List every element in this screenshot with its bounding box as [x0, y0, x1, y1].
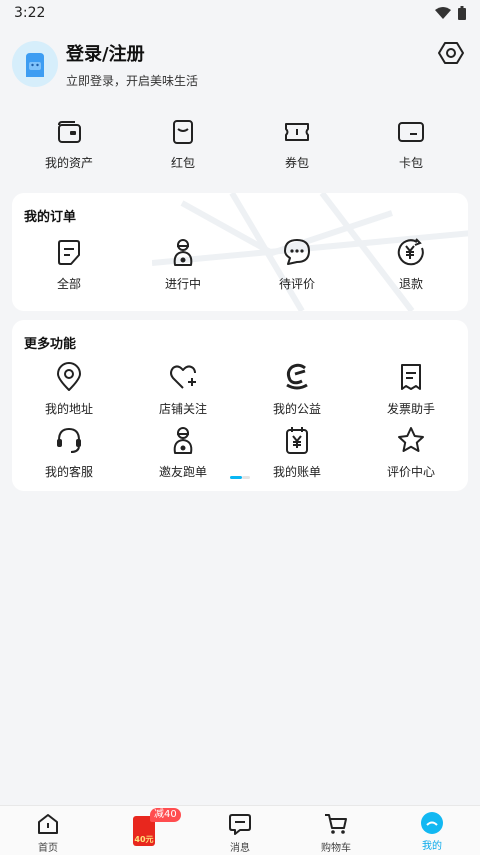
func-followed-shops[interactable]: 店铺关注	[126, 362, 240, 417]
battery-icon	[458, 6, 466, 20]
page-indicator	[230, 476, 250, 480]
wifi-icon	[435, 7, 451, 19]
order-all[interactable]: 全部	[12, 237, 126, 292]
avatar[interactable]	[12, 41, 58, 87]
home-icon	[38, 814, 58, 834]
func-charity[interactable]: 我的公益	[240, 362, 354, 417]
func-address[interactable]: 我的地址	[12, 362, 126, 417]
func-bill[interactable]: 我的账单	[240, 425, 354, 480]
order-to-review[interactable]: 待评价	[240, 237, 354, 292]
charity-icon	[286, 363, 308, 390]
functions-card: 更多功能 我的地址 店铺关注 我的公益 发票助手 我的客服 邀友跑单 我的账单 …	[12, 320, 468, 491]
rider-icon	[173, 239, 193, 266]
invoice-icon	[401, 364, 421, 390]
asset-my-assets[interactable]: 我的资产	[12, 118, 126, 182]
function-label: 我的地址	[44, 402, 93, 416]
func-review-center[interactable]: 评价中心	[354, 425, 468, 480]
login-subtitle: 立即登录，开启美味生活	[66, 73, 199, 88]
star-icon	[398, 427, 424, 452]
comment-icon	[284, 239, 310, 265]
settings-icon[interactable]	[438, 40, 464, 66]
function-label: 我的公益	[272, 402, 321, 416]
assets-row: 我的资产 红包 券包 卡包	[12, 118, 468, 182]
function-label: 我的账单	[272, 465, 321, 479]
card-icon	[398, 122, 424, 142]
order-in-progress[interactable]: 进行中	[126, 237, 240, 292]
page-indicator-rest	[242, 476, 250, 479]
tab-label: 消息	[230, 843, 250, 854]
function-label: 邀友跑单	[158, 465, 207, 479]
tab-label: 购物车	[321, 843, 351, 854]
tab-messages[interactable]: 消息	[192, 806, 288, 855]
message-icon	[229, 814, 251, 835]
profile-icon	[421, 812, 443, 834]
asset-label: 红包	[170, 156, 195, 170]
status-time: 3:22	[14, 5, 46, 21]
asset-red-packet[interactable]: 红包	[126, 118, 240, 182]
function-label: 发票助手	[386, 402, 435, 416]
func-invite-rider[interactable]: 邀友跑单	[126, 425, 240, 480]
order-refund[interactable]: 退款	[354, 237, 468, 292]
cart-icon	[325, 814, 347, 834]
promo-badge: 减40	[150, 808, 181, 822]
func-invoice[interactable]: 发票助手	[354, 362, 468, 417]
status-icons	[435, 6, 466, 20]
login-text[interactable]: 登录/注册 立即登录，开启美味生活	[66, 40, 198, 89]
orders-title: 我的订单	[24, 210, 77, 225]
bottom-tab-bar: 首页 40元 减40 消息 购物车 我的	[0, 805, 480, 855]
asset-label: 券包	[284, 156, 309, 170]
wallet-icon	[58, 121, 81, 143]
function-label: 我的客服	[44, 465, 93, 479]
status-bar: 3:22	[0, 0, 480, 26]
bill-icon	[286, 427, 308, 454]
tab-profile[interactable]: 我的	[384, 806, 480, 855]
tab-home[interactable]: 首页	[0, 806, 96, 855]
asset-card[interactable]: 卡包	[354, 118, 468, 182]
function-label: 评价中心	[386, 465, 435, 479]
order-label: 全部	[56, 277, 81, 291]
order-label: 退款	[398, 277, 423, 291]
red-packet-icon	[173, 120, 193, 144]
function-label: 店铺关注	[158, 402, 207, 416]
orders-card: 我的订单 全部 进行中 待评价 退款	[12, 193, 468, 311]
default-avatar-icon	[26, 53, 44, 77]
page-indicator-active	[230, 476, 242, 479]
order-label: 待评价	[278, 277, 315, 291]
tab-label: 我的	[422, 841, 442, 852]
user-header: 登录/注册 立即登录，开启美味生活	[12, 38, 468, 90]
tab-promo[interactable]: 40元 减40	[96, 806, 192, 855]
refund-icon	[397, 238, 424, 266]
tab-cart[interactable]: 购物车	[288, 806, 384, 855]
login-title[interactable]: 登录/注册	[66, 40, 198, 66]
headset-icon	[57, 427, 81, 453]
tab-label: 首页	[38, 843, 58, 854]
promo-bag-text: 40元	[134, 835, 154, 844]
location-icon	[57, 362, 81, 391]
functions-title: 更多功能	[24, 337, 77, 352]
asset-label: 卡包	[398, 156, 423, 170]
func-customer-service[interactable]: 我的客服	[12, 425, 126, 480]
order-list-icon	[58, 240, 80, 265]
asset-coupon[interactable]: 券包	[240, 118, 354, 182]
asset-label: 我的资产	[44, 156, 93, 170]
order-label: 进行中	[164, 277, 201, 291]
coupon-icon	[285, 123, 309, 141]
rider-icon	[173, 427, 193, 454]
heart-plus-icon	[170, 365, 196, 389]
